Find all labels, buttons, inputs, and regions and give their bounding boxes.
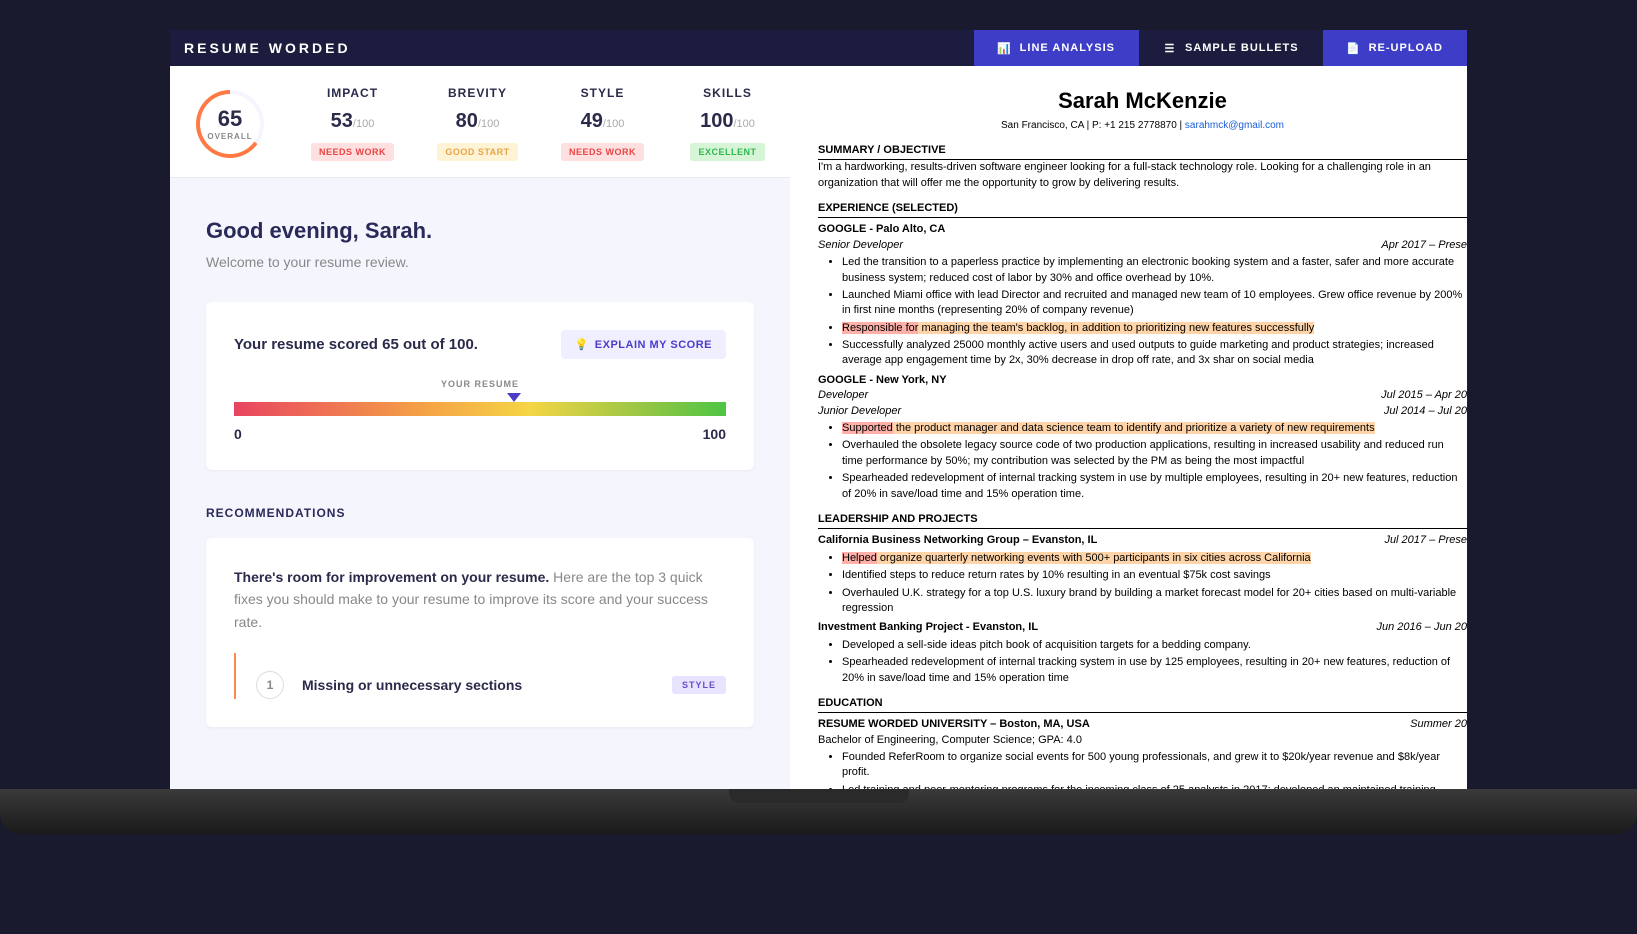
section-experience: EXPERIENCE (SELECTED) (818, 201, 1467, 218)
top-navbar: RESUME WORDED 📊LINE ANALYSIS☰SAMPLE BULL… (170, 30, 1467, 66)
nav-icon: ☰ (1163, 41, 1177, 55)
resume-contact: San Francisco, CA | P: +1 215 2778870 | … (818, 119, 1467, 133)
overall-score-value: 65 (218, 106, 242, 132)
recommendation-item[interactable]: 1Missing or unnecessary sectionsSTYLE (234, 653, 726, 699)
score-card: Your resume scored 65 out of 100. 💡 EXPL… (206, 302, 754, 470)
resume-name: Sarah McKenzie (818, 86, 1467, 117)
section-summary: SUMMARY / OBJECTIVE (818, 143, 1467, 160)
logo: RESUME WORDED (170, 40, 974, 56)
gauge-min: 0 (234, 426, 242, 442)
nav-tab-re-upload[interactable]: 📄RE-UPLOAD (1323, 30, 1467, 66)
nav-tab-sample-bullets[interactable]: ☰SAMPLE BULLETS (1139, 30, 1323, 66)
gauge-max: 100 (703, 426, 726, 442)
gauge-marker-icon (507, 393, 521, 402)
score-summary: 65 OVERALL IMPACT53/100NEEDS WORKBREVITY… (170, 66, 790, 178)
rec-lead-bold: There's room for improvement on your res… (234, 569, 549, 585)
score-gauge (234, 402, 726, 416)
resume-preview[interactable]: Sarah McKenzie San Francisco, CA | P: +1… (790, 66, 1467, 789)
section-leadership: LEADERSHIP AND PROJECTS (818, 512, 1467, 529)
recommendations-title: RECOMMENDATIONS (170, 482, 790, 526)
greeting-subtitle: Welcome to your resume review. (206, 254, 754, 270)
dashboard-panel: 65 OVERALL IMPACT53/100NEEDS WORKBREVITY… (170, 66, 790, 789)
score-headline: Your resume scored 65 out of 100. (234, 336, 478, 353)
nav-icon: 📄 (1347, 41, 1361, 55)
nav-icon: 📊 (998, 41, 1012, 55)
explain-score-button[interactable]: 💡 EXPLAIN MY SCORE (561, 330, 726, 359)
overall-score-label: OVERALL (207, 132, 252, 141)
gauge-label: YOUR RESUME (234, 379, 726, 389)
metric-brevity[interactable]: BREVITY80/100GOOD START (415, 82, 540, 165)
recommendations-card: There's room for improvement on your res… (206, 538, 754, 727)
nav-tab-line-analysis[interactable]: 📊LINE ANALYSIS (974, 30, 1139, 66)
metric-style[interactable]: STYLE49/100NEEDS WORK (540, 82, 665, 165)
resume-email-link[interactable]: sarahmck@gmail.com (1185, 120, 1284, 131)
greeting-title: Good evening, Sarah. (206, 218, 754, 244)
section-education: EDUCATION (818, 696, 1467, 713)
metric-skills[interactable]: SKILLS100/100EXCELLENT (665, 82, 790, 165)
summary-text: I'm a hardworking, results-driven softwa… (818, 160, 1467, 191)
metric-impact[interactable]: IMPACT53/100NEEDS WORK (290, 82, 415, 165)
overall-score: 65 OVERALL (170, 82, 290, 165)
lightbulb-icon: 💡 (575, 338, 589, 351)
